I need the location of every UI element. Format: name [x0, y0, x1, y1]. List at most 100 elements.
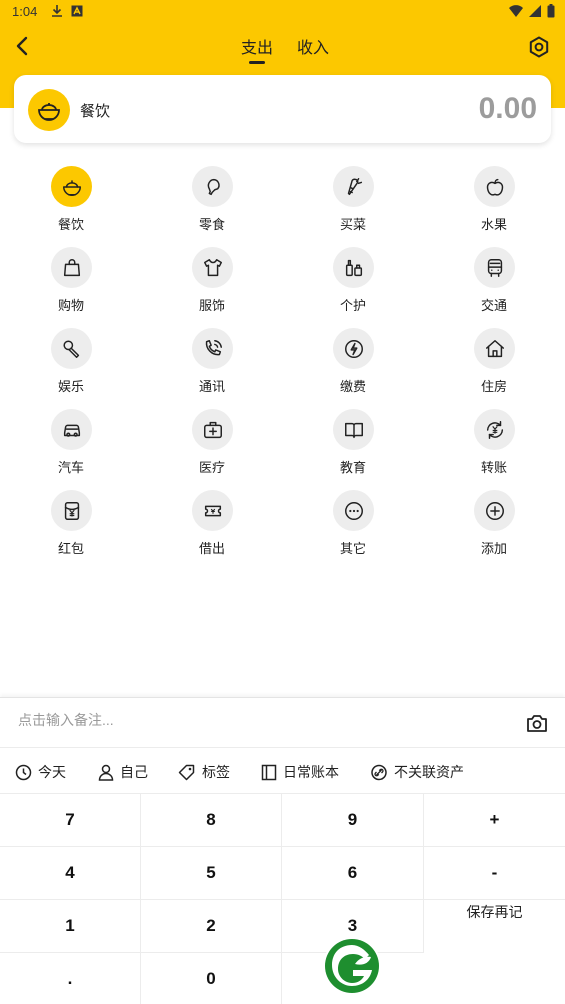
house-icon — [474, 328, 515, 369]
tab-indicator — [249, 61, 265, 64]
category-label: 买菜 — [339, 217, 366, 232]
rice-bowl-icon — [51, 166, 92, 207]
status-bar: 1:04 — [0, 0, 565, 24]
key-1[interactable]: 1 — [0, 900, 141, 953]
category-label: 零食 — [198, 217, 225, 232]
battery-icon — [547, 4, 555, 18]
ledger-icon — [261, 764, 277, 780]
book-option[interactable]: 日常账本 — [261, 762, 339, 782]
selected-category-label: 餐饮 — [80, 103, 111, 120]
medical-kit-icon — [192, 409, 233, 450]
category-item[interactable]: 医疗 — [172, 403, 252, 475]
key-4[interactable]: 4 — [0, 847, 141, 900]
date-option-label: 今天 — [38, 764, 66, 780]
category-item[interactable]: 交通 — [454, 241, 534, 313]
category-label: 其它 — [339, 541, 366, 556]
tab-income[interactable]: 收入 — [297, 34, 329, 58]
category-label: 交通 — [480, 298, 507, 313]
link-icon — [371, 764, 387, 780]
key-7[interactable]: 7 — [0, 794, 141, 847]
category-label: 缴费 — [339, 379, 366, 394]
member-option-label: 自己 — [120, 764, 148, 780]
bottles-icon — [333, 247, 374, 288]
category-item[interactable]: 汽车 — [31, 403, 111, 475]
camera-icon[interactable] — [526, 713, 548, 733]
key-2[interactable]: 2 — [141, 900, 282, 953]
category-label: 娱乐 — [57, 379, 84, 394]
wifi-icon — [509, 5, 523, 17]
note-input[interactable] — [18, 712, 498, 728]
category-label: 汽车 — [57, 460, 84, 475]
category-item[interactable]: 买菜 — [313, 160, 393, 232]
tab-expense[interactable]: 支出 — [241, 34, 273, 58]
category-label: 住房 — [480, 379, 507, 394]
car-icon — [51, 409, 92, 450]
category-item[interactable]: 个护 — [313, 241, 393, 313]
signal-icon — [529, 5, 541, 17]
tag-option[interactable]: 标签 — [178, 762, 230, 782]
category-label: 水果 — [480, 217, 507, 232]
category-label: 医疗 — [198, 460, 225, 475]
category-item[interactable]: 添加 — [454, 484, 534, 556]
category-item[interactable]: 借出 — [172, 484, 252, 556]
category-label: 购物 — [57, 298, 84, 313]
date-option[interactable]: 今天 — [15, 762, 66, 782]
asset-option-label: 不关联资产 — [394, 764, 464, 780]
status-right — [509, 4, 555, 18]
download-icon — [52, 5, 62, 17]
tag-icon — [178, 764, 195, 780]
apple-icon — [474, 166, 515, 207]
selected-category-card: 餐饮 0.00 — [14, 75, 551, 143]
category-label: 红包 — [57, 541, 84, 556]
category-label: 通讯 — [198, 379, 225, 394]
tag-option-label: 标签 — [202, 764, 230, 780]
options-row: 今天 自己 标签 日常账本 不关联资产 — [0, 748, 565, 794]
clock-icon — [15, 764, 32, 780]
rice-bowl-icon — [28, 89, 70, 131]
category-label: 转账 — [480, 460, 507, 475]
app-logo-icon — [323, 937, 381, 995]
key-8[interactable]: 8 — [141, 794, 282, 847]
category-label: 借出 — [198, 541, 225, 556]
phone-icon — [192, 328, 233, 369]
category-item[interactable]: 缴费 — [313, 322, 393, 394]
more-dots-icon — [333, 490, 374, 531]
category-item[interactable]: 娱乐 — [31, 322, 111, 394]
member-option[interactable]: 自己 — [98, 762, 148, 782]
app-notification-icon — [71, 5, 83, 17]
category-item[interactable]: 服饰 — [172, 241, 252, 313]
key-5[interactable]: 5 — [141, 847, 282, 900]
category-item[interactable]: 购物 — [31, 241, 111, 313]
key-0[interactable]: 0 — [141, 953, 282, 1004]
category-label: 个护 — [339, 298, 366, 313]
category-item[interactable]: 转账 — [454, 403, 534, 475]
category-label: 添加 — [480, 541, 507, 556]
key-9[interactable]: 9 — [282, 794, 424, 847]
category-item[interactable]: 零食 — [172, 160, 252, 232]
category-item[interactable]: 住房 — [454, 322, 534, 394]
loan-ticket-icon — [192, 490, 233, 531]
key-dot[interactable]: . — [0, 953, 141, 1004]
key-plus[interactable]: + — [424, 794, 565, 847]
key-6[interactable]: 6 — [282, 847, 424, 900]
category-item[interactable]: 水果 — [454, 160, 534, 232]
plus-circle-icon — [474, 490, 515, 531]
red-envelope-icon — [51, 490, 92, 531]
person-icon — [98, 764, 114, 781]
carrot-icon — [333, 166, 374, 207]
save-again-button[interactable]: 保存再记 — [424, 900, 565, 924]
category-item[interactable]: 餐饮 — [31, 160, 111, 232]
category-label: 服饰 — [198, 298, 225, 313]
note-row — [0, 698, 565, 748]
category-item[interactable]: 红包 — [31, 484, 111, 556]
category-item[interactable]: 其它 — [313, 484, 393, 556]
microphone-icon — [51, 328, 92, 369]
settings-icon[interactable] — [528, 36, 550, 58]
key-minus[interactable]: - — [424, 847, 565, 900]
shirt-icon — [192, 247, 233, 288]
asset-option[interactable]: 不关联资产 — [370, 762, 464, 782]
bus-icon — [474, 247, 515, 288]
input-panel: 今天 自己 标签 日常账本 不关联资产 7 8 9 + 4 5 6 - 1 2 … — [0, 697, 565, 1004]
category-item[interactable]: 教育 — [313, 403, 393, 475]
category-item[interactable]: 通讯 — [172, 322, 252, 394]
